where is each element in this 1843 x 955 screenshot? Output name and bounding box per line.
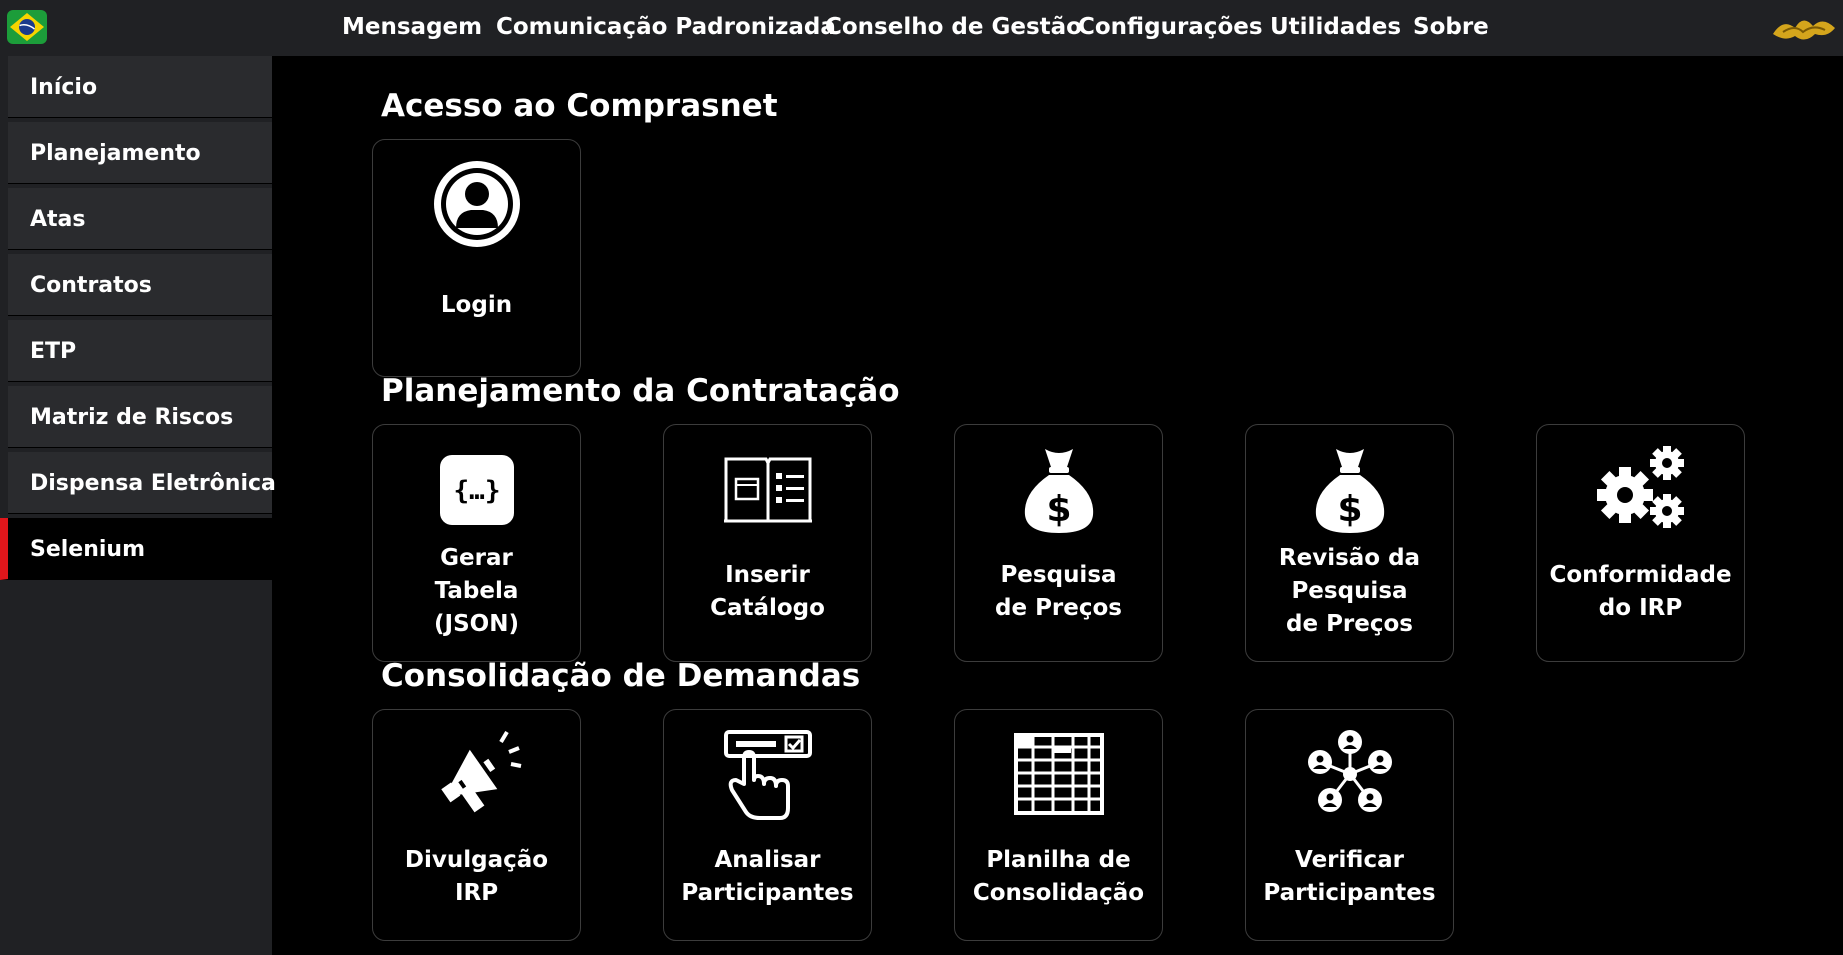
sidebar-item-label: Selenium (30, 537, 146, 562)
svg-text:$: $ (1337, 489, 1362, 530)
card-label: Inserir Catálogo (710, 562, 825, 621)
card-label: Revisão da Pesquisa de Preços (1278, 545, 1421, 637)
section-title-consolidacao: Consolidação de Demandas (381, 658, 861, 694)
sidebar-item-label: Início (30, 75, 98, 100)
card-label: Pesquisa de Preços (995, 562, 1122, 621)
sidebar-item-label: ETP (30, 339, 77, 364)
sidebar-item-atas[interactable]: Atas (8, 188, 272, 250)
sidebar-item-label: Dispensa Eletrônica (30, 471, 276, 496)
sidebar: Início Planejamento Atas Contratos ETP M… (0, 56, 276, 955)
card-analisar-participantes[interactable]: Analisar Participantes (663, 709, 872, 941)
card-label: Divulgação IRP (404, 847, 549, 906)
megaphone-icon (440, 730, 521, 813)
nav-mensagem[interactable]: Mensagem (342, 14, 482, 40)
sidebar-item-label: Matriz de Riscos (30, 405, 234, 430)
sidebar-item-selenium[interactable]: Selenium (0, 518, 272, 580)
money-bag-icon: $ (1315, 449, 1384, 533)
sidebar-item-dispensa-eletronica[interactable]: Dispensa Eletrônica (8, 452, 276, 514)
card-login[interactable]: Login (372, 139, 581, 377)
card-verificar-participantes[interactable]: Verificar Participantes (1245, 709, 1454, 941)
network-people-icon (1307, 730, 1392, 812)
nav-sobre[interactable]: Sobre (1413, 14, 1489, 40)
section-title-planejamento: Planejamento da Contratação (381, 373, 900, 409)
card-label: Conformidade do IRP (1549, 562, 1732, 621)
card-revisao-da-pesquisa[interactable]: $ Revisão da Pesquisa de Preços (1245, 424, 1454, 662)
svg-text:$: $ (1046, 489, 1071, 530)
card-inserir-catalogo[interactable]: Inserir Catálogo (663, 424, 872, 662)
sidebar-item-etp[interactable]: ETP (8, 320, 272, 382)
nav-configuracoes[interactable]: Configurações (1078, 14, 1263, 40)
sidebar-item-inicio[interactable]: Início (8, 56, 272, 118)
card-label: Analisar Participantes (681, 847, 854, 906)
card-divulgacao-irp[interactable]: Divulgação IRP (372, 709, 581, 941)
sidebar-item-planejamento[interactable]: Planejamento (8, 122, 272, 184)
gold-crest-icon (1773, 20, 1835, 40)
money-bag-icon: $ (1024, 449, 1093, 533)
sidebar-item-contratos[interactable]: Contratos (8, 254, 272, 316)
top-nav: Mensagem Comunicação Padronizada Conselh… (0, 0, 1843, 56)
card-planilha-consolidacao[interactable]: Planilha de Consolidação (954, 709, 1163, 941)
section-title-acesso: Acesso ao Comprasnet (381, 88, 778, 124)
card-conformidade-irp[interactable]: Conformidade do IRP (1536, 424, 1745, 662)
nav-conselho-de-gestao[interactable]: Conselho de Gestão (825, 14, 1082, 40)
card-label: Planilha de Consolidação (972, 847, 1145, 906)
hand-checkbox-icon (723, 730, 812, 820)
card-label: Login (440, 292, 513, 318)
sidebar-item-matriz-de-riscos[interactable]: Matriz de Riscos (8, 386, 272, 448)
nav-comunicacao-padronizada[interactable]: Comunicação Padronizada (496, 14, 836, 40)
sidebar-item-label: Planejamento (30, 141, 201, 166)
svg-text:{…}: {…} (453, 476, 500, 506)
nav-utilidades[interactable]: Utilidades (1270, 14, 1401, 40)
card-pesquisa-de-precos[interactable]: $ Pesquisa de Preços (954, 424, 1163, 662)
catalog-book-icon (723, 457, 812, 523)
sidebar-item-label: Contratos (30, 273, 152, 298)
card-label: Verificar Participantes (1263, 847, 1436, 906)
card-gerar-tabela-json[interactable]: {…} Gerar Tabela (JSON) (372, 424, 581, 662)
user-circle-icon (433, 161, 520, 247)
gears-icon (1596, 446, 1684, 528)
spreadsheet-icon (1013, 733, 1104, 815)
sidebar-item-label: Atas (30, 207, 86, 232)
top-bar: Mensagem Comunicação Padronizada Conselh… (0, 0, 1843, 56)
card-label: Gerar Tabela (JSON) (434, 545, 519, 637)
json-braces-icon: {…} (439, 455, 514, 525)
